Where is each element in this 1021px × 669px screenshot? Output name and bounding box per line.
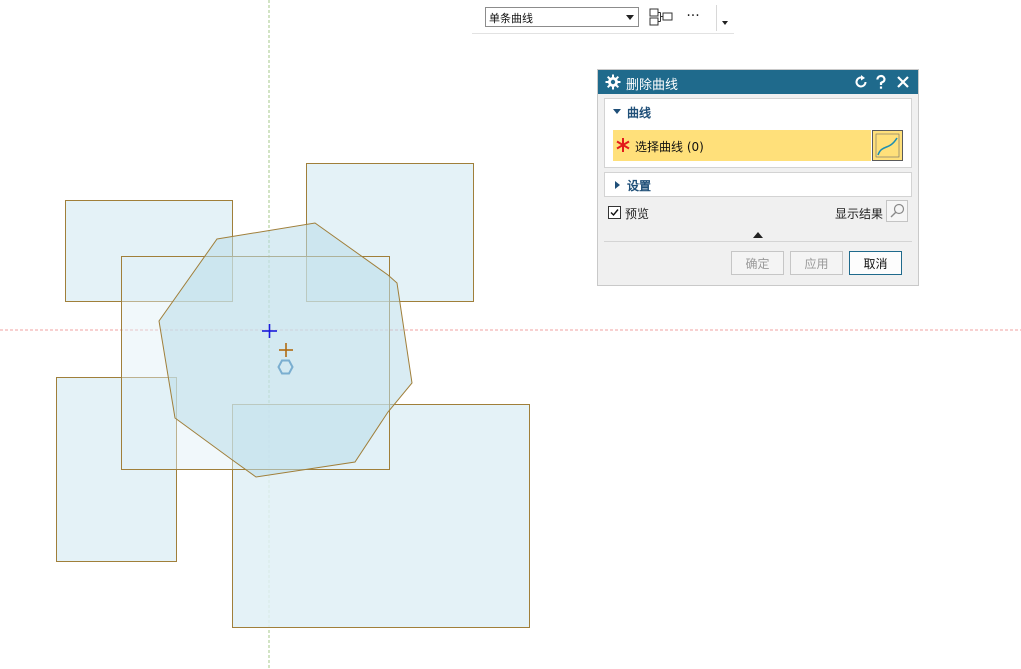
toolbar-divider [716,5,717,31]
preview-checkbox[interactable] [608,206,621,219]
settings-section[interactable]: 设置 [604,172,912,197]
help-icon[interactable] [873,74,889,90]
expand-icon [613,109,621,114]
preview-row: 预览 显示结果 [608,200,908,224]
settings-section-header[interactable]: 设置 [605,173,911,199]
curve-section-label: 曲线 [627,106,652,120]
dialog-title-bar[interactable]: 删除曲线 [598,70,918,94]
select-curve-label: 选择曲线 (0) [635,140,704,154]
collapsed-arrow-icon [615,181,620,189]
curve-section: 曲线 选择曲线 (0) [604,98,912,168]
ok-button[interactable]: 确定 [731,251,784,275]
collapse-dialog-icon[interactable] [753,232,763,238]
curve-selection-button[interactable] [872,130,903,161]
hierarchy-button[interactable] [648,5,674,29]
show-result-button[interactable] [886,200,908,222]
chevron-down-icon [626,15,634,20]
curve-icon [875,133,900,158]
apply-button[interactable]: 应用 [790,251,843,275]
settings-section-label: 设置 [627,179,652,193]
gear-icon [605,74,621,90]
button-divider [604,241,912,242]
curve-rule-dropdown[interactable]: 单条曲线 [485,7,639,27]
delete-curve-dialog: 删除曲线 曲线 选择曲线 (0) 设置 预览 显示结果 确定 应用 取消 [597,69,919,286]
curve-section-header[interactable]: 曲线 [605,99,911,125]
preview-label: 预览 [625,207,650,221]
show-result-label: 显示结果 [835,207,884,221]
more-options-button[interactable]: ··· [680,5,706,29]
magnifier-icon [890,203,905,218]
checkmark-icon [610,209,619,217]
curve-rule-value: 单条曲线 [489,12,533,25]
toolbar-overflow-icon[interactable] [722,21,728,25]
select-curve-row[interactable]: 选择曲线 (0) [613,130,871,161]
selection-filter-toolbar: 单条曲线 ··· [472,3,734,34]
reset-icon[interactable] [853,74,869,90]
more-icon: ··· [686,8,700,24]
hierarchy-icon [649,8,673,26]
dialog-title: 删除曲线 [626,78,679,93]
required-star-icon [616,138,630,152]
close-icon[interactable] [895,74,911,90]
cancel-button[interactable]: 取消 [849,251,902,275]
